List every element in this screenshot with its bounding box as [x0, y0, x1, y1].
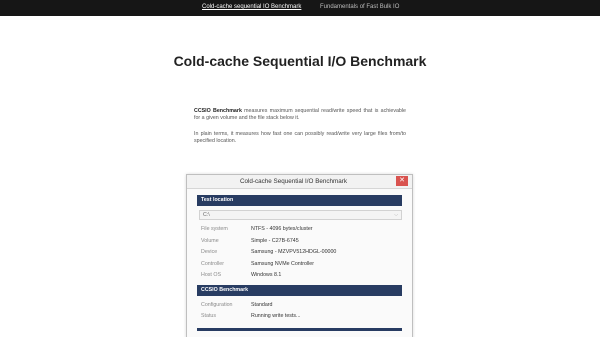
- nav-link-fundamentals[interactable]: Fundamentals of Fast Bulk IO: [320, 4, 399, 10]
- info-key: Device: [201, 249, 218, 255]
- info-key: Status: [201, 313, 217, 319]
- info-key: Host OS: [201, 272, 222, 278]
- chevron-down-icon: ⌵: [394, 212, 398, 218]
- info-row-status: Status Running write tests...: [201, 311, 402, 323]
- info-value: Samsung NVMe Controller: [251, 260, 314, 267]
- benchmark-window: Cold-cache Sequential I/O Benchmark ✕ Te…: [186, 174, 413, 337]
- section-header-test-location: Test location: [197, 195, 402, 206]
- window-titlebar[interactable]: Cold-cache Sequential I/O Benchmark ✕: [187, 175, 412, 189]
- intro-bold-term: CCSIO Benchmark: [194, 108, 242, 114]
- info-value: Samsung - MZVPV512HDGL-00000: [251, 249, 337, 255]
- info-key: Volume: [201, 237, 219, 244]
- info-row-controller: Controller Samsung NVMe Controller: [201, 259, 402, 271]
- info-key: Configuration: [201, 301, 233, 308]
- info-row-device: Device Samsung - MZVPV512HDGL-00000: [201, 247, 402, 259]
- location-select[interactable]: C:\ ⌵: [199, 210, 402, 220]
- location-info: File system NTFS - 4096 bytes/cluster Vo…: [201, 224, 402, 282]
- top-navigation: Cold-cache sequential IO Benchmark Funda…: [0, 0, 600, 16]
- info-key: File system: [201, 226, 228, 232]
- benchmark-info: Configuration Standard Status Running wr…: [201, 300, 402, 323]
- status-value: Running write tests...: [251, 313, 301, 319]
- info-value: NTFS - 4096 bytes/cluster: [251, 226, 313, 232]
- info-value: Standard: [251, 301, 273, 308]
- window-title: Cold-cache Sequential I/O Benchmark: [239, 178, 348, 185]
- intro-paragraph-2: In plain terms, it measures how fast one…: [194, 130, 406, 145]
- nav-link-ccsio-benchmark[interactable]: Cold-cache sequential IO Benchmark: [202, 4, 301, 10]
- info-value: Simple - C27B-6745: [251, 237, 299, 244]
- page-title: Cold-cache Sequential I/O Benchmark: [173, 53, 427, 69]
- location-select-value: C:\: [203, 212, 210, 218]
- intro-text: CCSIO Benchmark measures maximum sequent…: [194, 108, 406, 154]
- close-icon[interactable]: ✕: [396, 176, 408, 186]
- section-header-ccsio-benchmark: CCSIO Benchmark: [197, 284, 402, 296]
- info-key: Controller: [201, 260, 224, 267]
- section-divider: [197, 327, 402, 331]
- info-row-volume: Volume Simple - C27B-6745: [201, 236, 402, 248]
- info-row-configuration: Configuration Standard: [201, 300, 402, 312]
- info-row-host-os: Host OS Windows 8.1: [201, 270, 402, 282]
- intro-paragraph-1: CCSIO Benchmark measures maximum sequent…: [194, 108, 406, 123]
- info-row-file-system: File system NTFS - 4096 bytes/cluster: [201, 224, 402, 236]
- info-value: Windows 8.1: [251, 272, 282, 278]
